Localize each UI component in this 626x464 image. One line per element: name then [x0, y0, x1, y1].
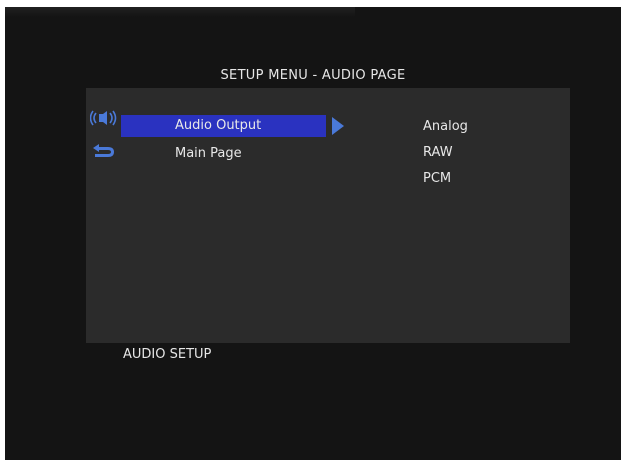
- tv-screen: SETUP MENU - AUDIO PAGE Audio Output Mai…: [5, 7, 621, 460]
- option-analog[interactable]: Analog: [423, 119, 468, 134]
- return-icon: [90, 143, 118, 159]
- menu-item-audio-output[interactable]: Audio Output: [121, 115, 326, 137]
- option-raw[interactable]: RAW: [423, 145, 453, 160]
- submenu-arrow-icon: [332, 117, 344, 135]
- speaker-icon: [90, 110, 118, 126]
- page-title: SETUP MENU - AUDIO PAGE: [220, 68, 406, 83]
- status-text: AUDIO SETUP: [123, 347, 212, 362]
- menu-panel: Audio Output Main Page Analog RAW PCM: [86, 88, 570, 343]
- menu-item-label: Audio Output: [175, 118, 262, 133]
- screen-edge-glow: [5, 7, 355, 17]
- menu-item-main-page[interactable]: Main Page: [121, 143, 326, 165]
- menu-item-label: Main Page: [175, 146, 242, 161]
- option-pcm[interactable]: PCM: [423, 171, 451, 186]
